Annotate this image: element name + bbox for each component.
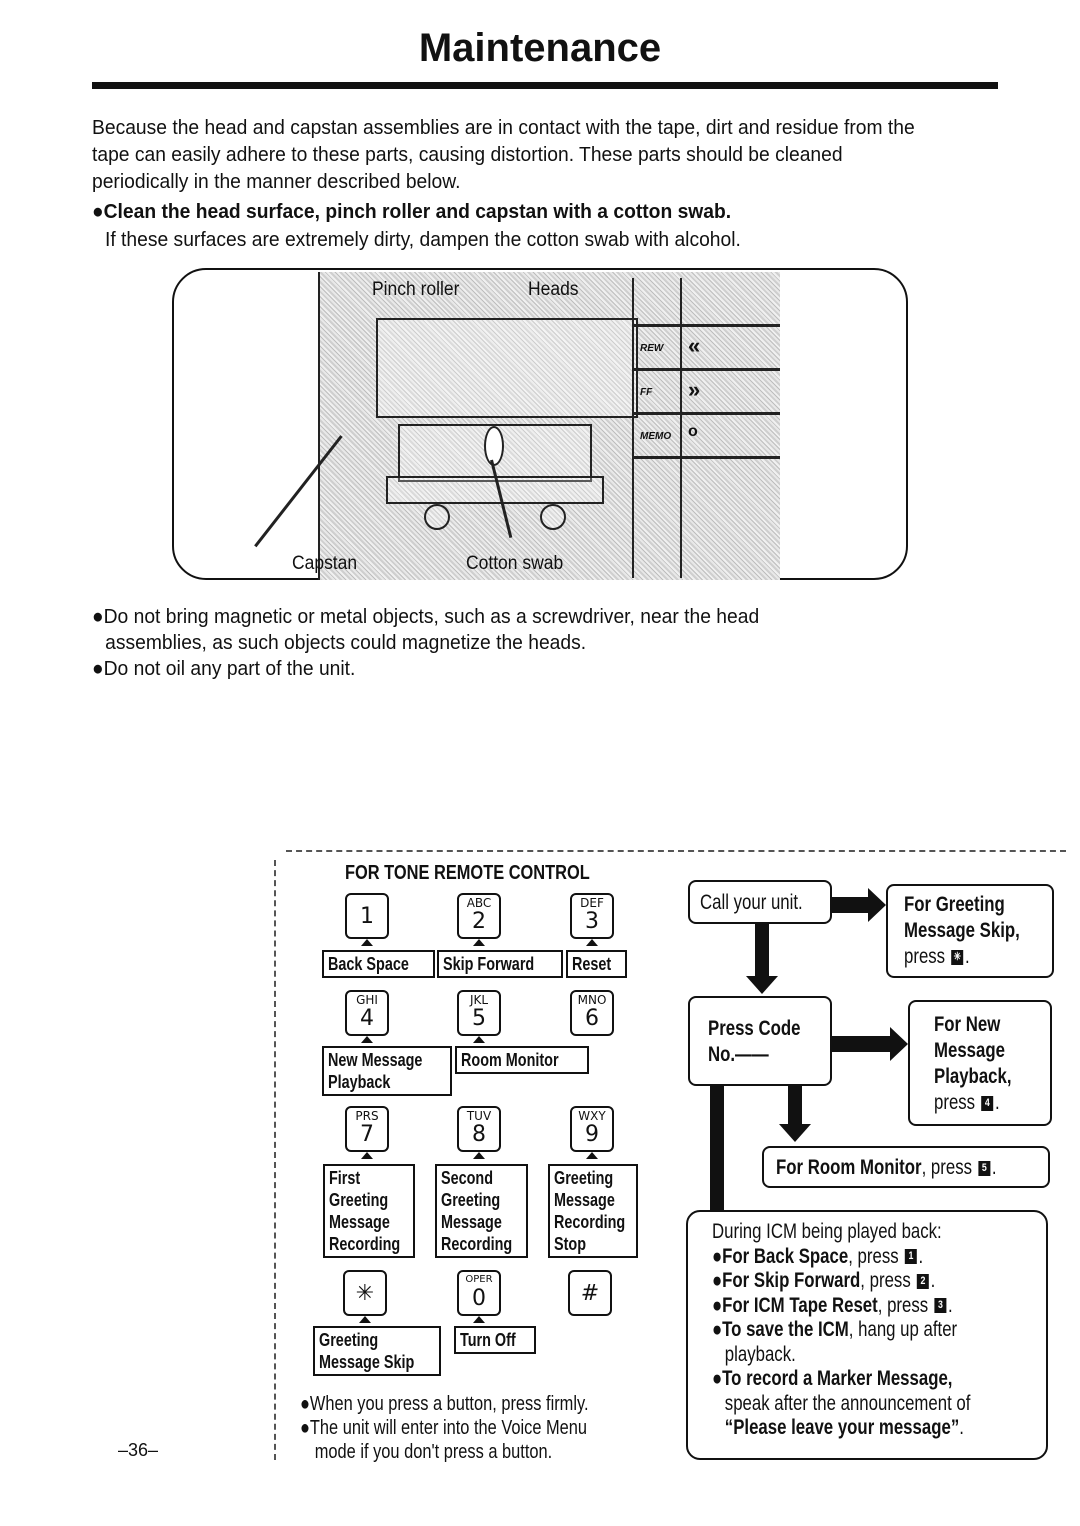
- cassette-door: [376, 318, 638, 418]
- key-9: WXY 9: [570, 1106, 614, 1159]
- arrow-down-icon: [746, 924, 778, 994]
- new-message-box: For New Message Playback, press 4.: [908, 1000, 1052, 1126]
- note-item: ●When you press a button, press firmly.: [300, 1393, 589, 1415]
- icm-item-skip-forward: ●For Skip Forward, press 2.: [712, 1269, 936, 1292]
- icm-item-back-space: ●For Back Space, press 1.: [712, 1244, 924, 1268]
- page-title: Maintenance: [418, 26, 662, 70]
- label-room-monitor: Room Monitor: [455, 1046, 589, 1074]
- rewind-icon: «: [688, 333, 701, 358]
- key-1: 1: [345, 893, 389, 946]
- title-rule: [92, 82, 998, 89]
- fast-forward-icon: »: [688, 377, 701, 402]
- call-unit-box: Call your unit.: [688, 880, 832, 924]
- rew-button: REW «: [634, 324, 780, 371]
- note-item: ●The unit will enter into the Voice Menu: [300, 1417, 588, 1439]
- ff-button: FF »: [634, 368, 780, 415]
- icm-playback-box: During ICM being played back: ●For Back …: [686, 1210, 1048, 1460]
- greeting-skip-box: For Greeting Message Skip, press ✳.: [886, 884, 1054, 978]
- label-pinch-roller: Pinch roller: [372, 279, 460, 300]
- reel-right-icon: [540, 504, 566, 530]
- label-new-message-playback: New Message Playback: [322, 1046, 453, 1096]
- page-number: –36–: [118, 1440, 159, 1460]
- label-cotton-swab: Cotton swab: [466, 553, 564, 574]
- key-0: OPER 0: [457, 1270, 501, 1323]
- cleaning-instruction: ●Clean the head surface, pinch roller an…: [92, 200, 732, 223]
- key-2-icon: 2: [917, 1273, 929, 1289]
- icm-item-save: ●To save the ICM, hang up after: [712, 1318, 958, 1341]
- arrow-right-icon: [832, 888, 886, 922]
- record-icon: o: [688, 423, 698, 440]
- press-code-box: Press Code No.——: [688, 996, 832, 1086]
- remote-control-title: FOR TONE REMOTE CONTROL: [345, 862, 590, 884]
- panel-divider: [634, 456, 780, 459]
- caution-list: ●Do not bring magnetic or metal objects,…: [92, 604, 938, 682]
- key-8: TUV 8: [457, 1106, 501, 1159]
- section-border-left: [274, 860, 276, 1460]
- section-border-top: [286, 850, 1066, 852]
- room-monitor-box: For Room Monitor, press 5.: [762, 1146, 1050, 1188]
- key-6: MNO 6: [570, 990, 614, 1036]
- key-2: ABC 2: [457, 893, 501, 946]
- key-hash: #: [568, 1270, 612, 1316]
- label-second-greeting-recording: Second Greeting Message Recording: [435, 1164, 528, 1258]
- star-key-icon: ✳: [951, 949, 964, 965]
- caution-item: ●Do not oil any part of the unit.: [92, 657, 356, 680]
- caution-item: ●Do not bring magnetic or metal objects,…: [92, 605, 760, 628]
- key-5-icon: 5: [978, 1160, 991, 1176]
- note-item: mode if you don't press a button.: [314, 1441, 553, 1463]
- label-greeting-recording-stop: Greeting Message Recording Stop: [548, 1164, 638, 1258]
- key-7: PRS 7: [345, 1106, 389, 1159]
- arrow-down-icon: [701, 1086, 733, 1230]
- remote-notes: ●When you press a button, press firmly. …: [300, 1392, 589, 1464]
- label-reset: Reset: [566, 950, 628, 978]
- intro-paragraph: Because the head and capstan assemblies …: [92, 116, 915, 193]
- label-greeting-message-skip: Greeting Message Skip: [313, 1326, 441, 1376]
- label-capstan: Capstan: [292, 553, 358, 574]
- label-heads: Heads: [528, 279, 579, 300]
- key-5: JKL 5: [457, 990, 501, 1043]
- arrow-down-icon: [779, 1086, 811, 1142]
- cotton-swab-tip: [484, 426, 504, 466]
- label-first-greeting-recording: First Greeting Message Recording: [323, 1164, 415, 1258]
- caution-item: assemblies, as such objects could magnet…: [105, 631, 587, 654]
- key-3-icon: 3: [934, 1298, 947, 1314]
- label-turn-off: Turn Off: [454, 1326, 536, 1354]
- key-1-icon: 1: [904, 1249, 917, 1265]
- icm-item-marker: ●To record a Marker Message,: [712, 1367, 953, 1390]
- key-star: ✳: [343, 1270, 387, 1323]
- arrow-right-icon: [832, 1027, 908, 1061]
- key-4-icon: 4: [981, 1095, 994, 1111]
- deck-control-panel: REW « FF » MEMO o: [632, 278, 780, 578]
- icm-item-tape-reset: ●For ICM Tape Reset, press 3.: [712, 1293, 953, 1317]
- panel-column-divider: [680, 278, 682, 578]
- label-skip-forward: Skip Forward: [437, 950, 564, 978]
- reel-left-icon: [424, 504, 450, 530]
- key-3: DEF 3: [570, 893, 614, 946]
- label-back-space: Back Space: [322, 950, 436, 978]
- key-4: GHI 4: [345, 990, 389, 1043]
- alcohol-note: If these surfaces are extremely dirty, d…: [105, 228, 741, 251]
- memo-button: MEMO o: [634, 412, 780, 459]
